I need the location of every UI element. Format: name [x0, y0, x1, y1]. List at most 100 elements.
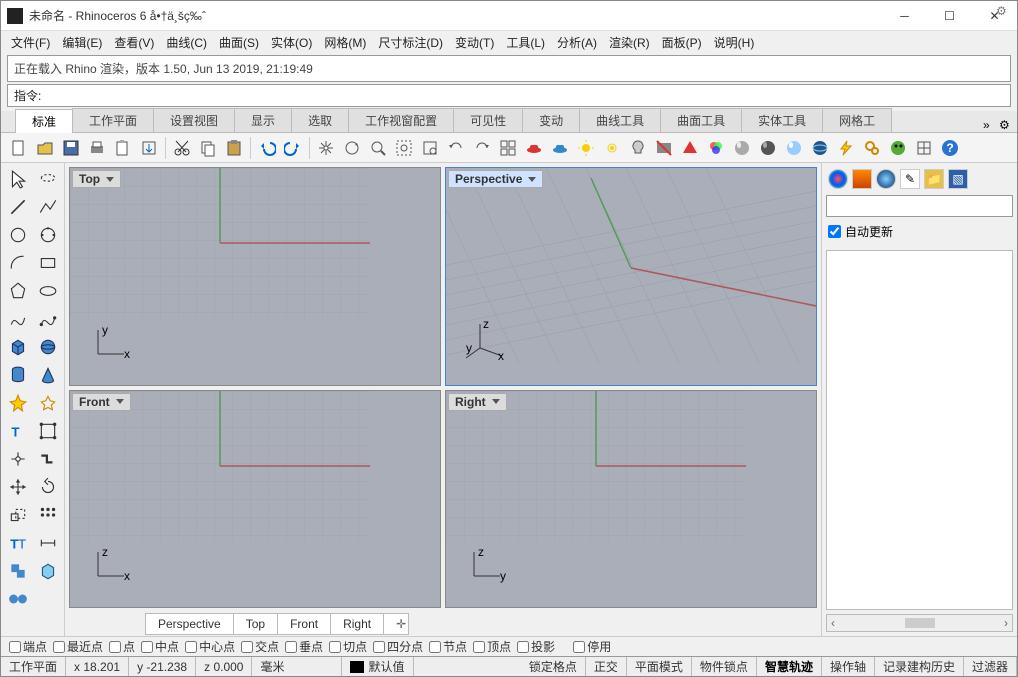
polygon-icon[interactable]: [3, 277, 32, 304]
print-icon[interactable]: [85, 136, 109, 160]
menu-item[interactable]: 分析(A): [553, 32, 601, 53]
pan-icon[interactable]: [314, 136, 338, 160]
toolbar-tab[interactable]: 工作平面: [72, 108, 154, 132]
menu-item[interactable]: 渲染(R): [605, 32, 654, 53]
viewport-front[interactable]: Front zx: [69, 390, 441, 609]
point-edit-icon[interactable]: [33, 417, 62, 444]
command-line[interactable]: 指令:: [7, 84, 1011, 107]
cone-icon[interactable]: [33, 361, 62, 388]
zoom-icon[interactable]: [366, 136, 390, 160]
viewport-title-perspective[interactable]: Perspective: [448, 170, 543, 188]
arc-icon[interactable]: [3, 249, 32, 276]
osnap-item[interactable]: 交点: [241, 638, 279, 655]
viewport-top[interactable]: Top yx: [69, 167, 441, 386]
zoom-extents-icon[interactable]: [392, 136, 416, 160]
toolbar-tab[interactable]: 实体工具: [741, 108, 823, 132]
lasso-icon[interactable]: [33, 165, 62, 192]
four-view-icon[interactable]: [496, 136, 520, 160]
toolbar-tab[interactable]: 选取: [291, 108, 349, 132]
cylinder-icon[interactable]: [3, 361, 32, 388]
car-blue-icon[interactable]: [548, 136, 572, 160]
menu-item[interactable]: 变动(T): [451, 32, 498, 53]
move-icon[interactable]: [3, 473, 32, 500]
image-icon[interactable]: ▧: [948, 169, 968, 189]
status-toggle[interactable]: 物件锁点: [692, 657, 757, 676]
cut-icon[interactable]: [170, 136, 194, 160]
osnap-item[interactable]: 中心点: [185, 638, 235, 655]
box-icon[interactable]: [3, 333, 32, 360]
menu-item[interactable]: 网格(M): [320, 32, 370, 53]
viewport-right[interactable]: Right zy: [445, 390, 817, 609]
materials-icon[interactable]: [852, 169, 872, 189]
viewport-tab[interactable]: Top: [233, 613, 278, 635]
environment-icon[interactable]: [876, 169, 896, 189]
auto-update-input[interactable]: [828, 225, 841, 238]
viewport-title-right[interactable]: Right: [448, 393, 507, 411]
circle-icon[interactable]: [3, 221, 32, 248]
osnap-disable[interactable]: 停用: [573, 638, 611, 655]
text-object-icon[interactable]: T: [3, 417, 32, 444]
status-toggle[interactable]: 过滤器: [964, 657, 1017, 676]
trim-icon[interactable]: [3, 445, 32, 472]
render-icon[interactable]: [828, 169, 848, 189]
array-icon[interactable]: [33, 501, 62, 528]
folder-icon[interactable]: 📁: [924, 169, 944, 189]
copy-icon[interactable]: [196, 136, 220, 160]
osnap-item[interactable]: 节点: [429, 638, 467, 655]
layer-list[interactable]: [826, 250, 1013, 610]
shade-red-icon[interactable]: [678, 136, 702, 160]
scale-icon[interactable]: [3, 501, 32, 528]
sun-a-icon[interactable]: [574, 136, 598, 160]
auto-update-checkbox[interactable]: 自动更新: [826, 221, 1013, 242]
menu-item[interactable]: 查看(V): [110, 32, 158, 53]
viewport-title-front[interactable]: Front: [72, 393, 131, 411]
rgb-circle-icon[interactable]: [704, 136, 728, 160]
viewport-tab[interactable]: Front: [277, 613, 331, 635]
help-tool-icon[interactable]: [3, 585, 32, 612]
brush-icon[interactable]: ✎: [900, 169, 920, 189]
circle3-icon[interactable]: [33, 221, 62, 248]
viewport-tab[interactable]: Right: [330, 613, 384, 635]
cage-icon[interactable]: [912, 136, 936, 160]
viewport-tab[interactable]: Perspective: [145, 613, 234, 635]
status-toggle[interactable]: 记录建构历史: [875, 657, 964, 676]
menu-item[interactable]: 说明(H): [710, 32, 759, 53]
rotate-icon[interactable]: [33, 473, 62, 500]
status-layer[interactable]: 默认值: [342, 657, 413, 676]
light-icon[interactable]: [626, 136, 650, 160]
sun-b-icon[interactable]: [600, 136, 624, 160]
zoom-sel-icon[interactable]: [418, 136, 442, 160]
layer-search-input[interactable]: [826, 195, 1013, 217]
explode2-icon[interactable]: [33, 389, 62, 416]
status-cplane[interactable]: 工作平面: [1, 657, 66, 676]
export-icon[interactable]: [137, 136, 161, 160]
osnap-item[interactable]: 四分点: [373, 638, 423, 655]
copy-clip-icon[interactable]: [111, 136, 135, 160]
dim-icon[interactable]: [33, 529, 62, 556]
save-icon[interactable]: [59, 136, 83, 160]
sphere-tool-icon[interactable]: [33, 333, 62, 360]
curve-int-icon[interactable]: [33, 305, 62, 332]
paste-icon[interactable]: [222, 136, 246, 160]
menu-item[interactable]: 面板(P): [658, 32, 706, 53]
osnap-item[interactable]: 最近点: [53, 638, 103, 655]
sphere-glass-icon[interactable]: [782, 136, 806, 160]
rect-icon[interactable]: [33, 249, 62, 276]
menu-item[interactable]: 文件(F): [7, 32, 54, 53]
status-toggle[interactable]: 正交: [586, 657, 627, 676]
layer-scrollbar[interactable]: ‹›: [826, 614, 1013, 632]
osnap-item[interactable]: 投影: [517, 638, 555, 655]
blocks-icon[interactable]: [33, 557, 62, 584]
undo-icon[interactable]: [255, 136, 279, 160]
menu-item[interactable]: 工具(L): [502, 32, 549, 53]
menu-item[interactable]: 曲面(S): [215, 32, 263, 53]
group-icon[interactable]: [3, 557, 32, 584]
osnap-item[interactable]: 垂点: [285, 638, 323, 655]
undo-view-icon[interactable]: [444, 136, 468, 160]
toolbar-tab[interactable]: 可见性: [453, 108, 523, 132]
sphere-dark-icon[interactable]: [756, 136, 780, 160]
menu-item[interactable]: 实体(O): [267, 32, 316, 53]
explode-icon[interactable]: [3, 389, 32, 416]
osnap-item[interactable]: 点: [109, 638, 135, 655]
toolbar-tab[interactable]: 曲面工具: [660, 108, 742, 132]
